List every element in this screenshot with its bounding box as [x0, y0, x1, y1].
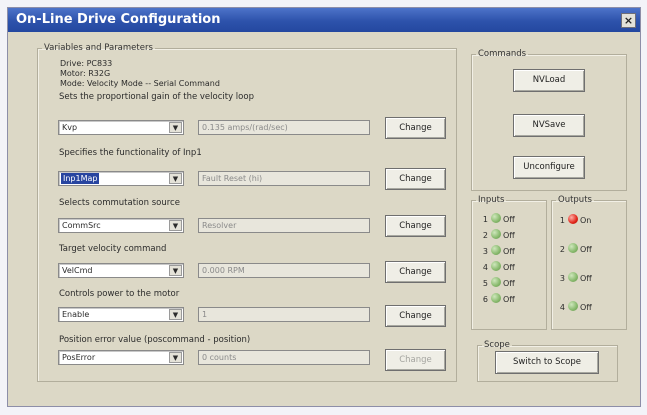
commands-legend: Commands — [478, 49, 527, 59]
mode-info: Mode: Velocity Mode -- Serial Command — [60, 79, 220, 88]
input-row: 1 Off — [482, 213, 515, 224]
input-row: 3 Off — [482, 245, 515, 256]
status-led-icon — [568, 243, 578, 253]
param-value-field: 1 — [198, 307, 370, 322]
chevron-down-icon[interactable]: ▼ — [169, 352, 182, 363]
status-led-icon — [568, 272, 578, 282]
param-value-field: Resolver — [198, 218, 370, 233]
drive-info: Drive: PC833 — [60, 59, 113, 68]
param-description: Target velocity command — [59, 244, 167, 254]
status-led-icon — [491, 277, 501, 287]
input-row: 6 Off — [482, 293, 515, 304]
output-row: 4 Off — [559, 301, 592, 312]
chevron-down-icon[interactable]: ▼ — [169, 265, 182, 276]
chevron-down-icon[interactable]: ▼ — [169, 220, 182, 231]
param-description: Specifies the functionality of Inp1 — [59, 148, 202, 158]
param-description: Selects commutation source — [59, 198, 180, 208]
param-value-field: 0 counts — [198, 350, 370, 365]
param-select-commsrc[interactable]: CommSrc ▼ — [58, 218, 184, 233]
title-bar[interactable]: On-Line Drive Configuration × — [8, 8, 640, 32]
change-button-disabled: Change — [385, 349, 446, 371]
param-select-poserror[interactable]: PosError ▼ — [58, 350, 184, 365]
change-button[interactable]: Change — [385, 168, 446, 190]
change-button[interactable]: Change — [385, 117, 446, 139]
close-button[interactable]: × — [621, 13, 636, 28]
nvload-button[interactable]: NVLoad — [513, 69, 585, 92]
input-row: 5 Off — [482, 277, 515, 288]
param-value-field: 0.000 RPM — [198, 263, 370, 278]
nvsave-button[interactable]: NVSave — [513, 114, 585, 137]
input-row: 4 Off — [482, 261, 515, 272]
change-button[interactable]: Change — [385, 261, 446, 283]
output-row: 3 Off — [559, 272, 592, 283]
variables-legend: Variables and Parameters — [44, 43, 153, 53]
output-row: 1 On — [559, 214, 592, 225]
param-select-enable[interactable]: Enable ▼ — [58, 307, 184, 322]
param-select-kvp[interactable]: Kvp ▼ — [58, 120, 184, 135]
config-window: On-Line Drive Configuration × Variables … — [7, 7, 641, 407]
change-button[interactable]: Change — [385, 215, 446, 237]
param-description: Controls power to the motor — [59, 289, 180, 299]
status-led-icon — [491, 229, 501, 239]
output-row: 2 Off — [559, 243, 592, 254]
scope-legend: Scope — [484, 340, 510, 350]
param-select-inp1map[interactable]: Inp1Map ▼ — [58, 171, 184, 186]
status-led-icon — [568, 301, 578, 311]
status-led-icon — [491, 213, 501, 223]
chevron-down-icon[interactable]: ▼ — [169, 122, 182, 133]
status-led-icon — [568, 214, 578, 224]
unconfigure-button[interactable]: Unconfigure — [513, 156, 585, 179]
motor-info: Motor: R32G — [60, 69, 111, 78]
param-value-field: Fault Reset (hi) — [198, 171, 370, 186]
status-led-icon — [491, 293, 501, 303]
window-title: On-Line Drive Configuration — [16, 12, 221, 27]
change-button[interactable]: Change — [385, 305, 446, 327]
input-row: 2 Off — [482, 229, 515, 240]
param-select-velcmd[interactable]: VelCmd ▼ — [58, 263, 184, 278]
status-led-icon — [491, 261, 501, 271]
status-led-icon — [491, 245, 501, 255]
param-description: Position error value (poscommand - posit… — [59, 335, 251, 345]
inputs-legend: Inputs — [478, 195, 505, 205]
param-description: Sets the proportional gain of the veloci… — [59, 92, 254, 102]
param-value-field: 0.135 amps/(rad/sec) — [198, 120, 370, 135]
outputs-legend: Outputs — [558, 195, 592, 205]
chevron-down-icon[interactable]: ▼ — [169, 309, 182, 320]
switch-to-scope-button[interactable]: Switch to Scope — [495, 351, 599, 374]
chevron-down-icon[interactable]: ▼ — [169, 173, 182, 184]
